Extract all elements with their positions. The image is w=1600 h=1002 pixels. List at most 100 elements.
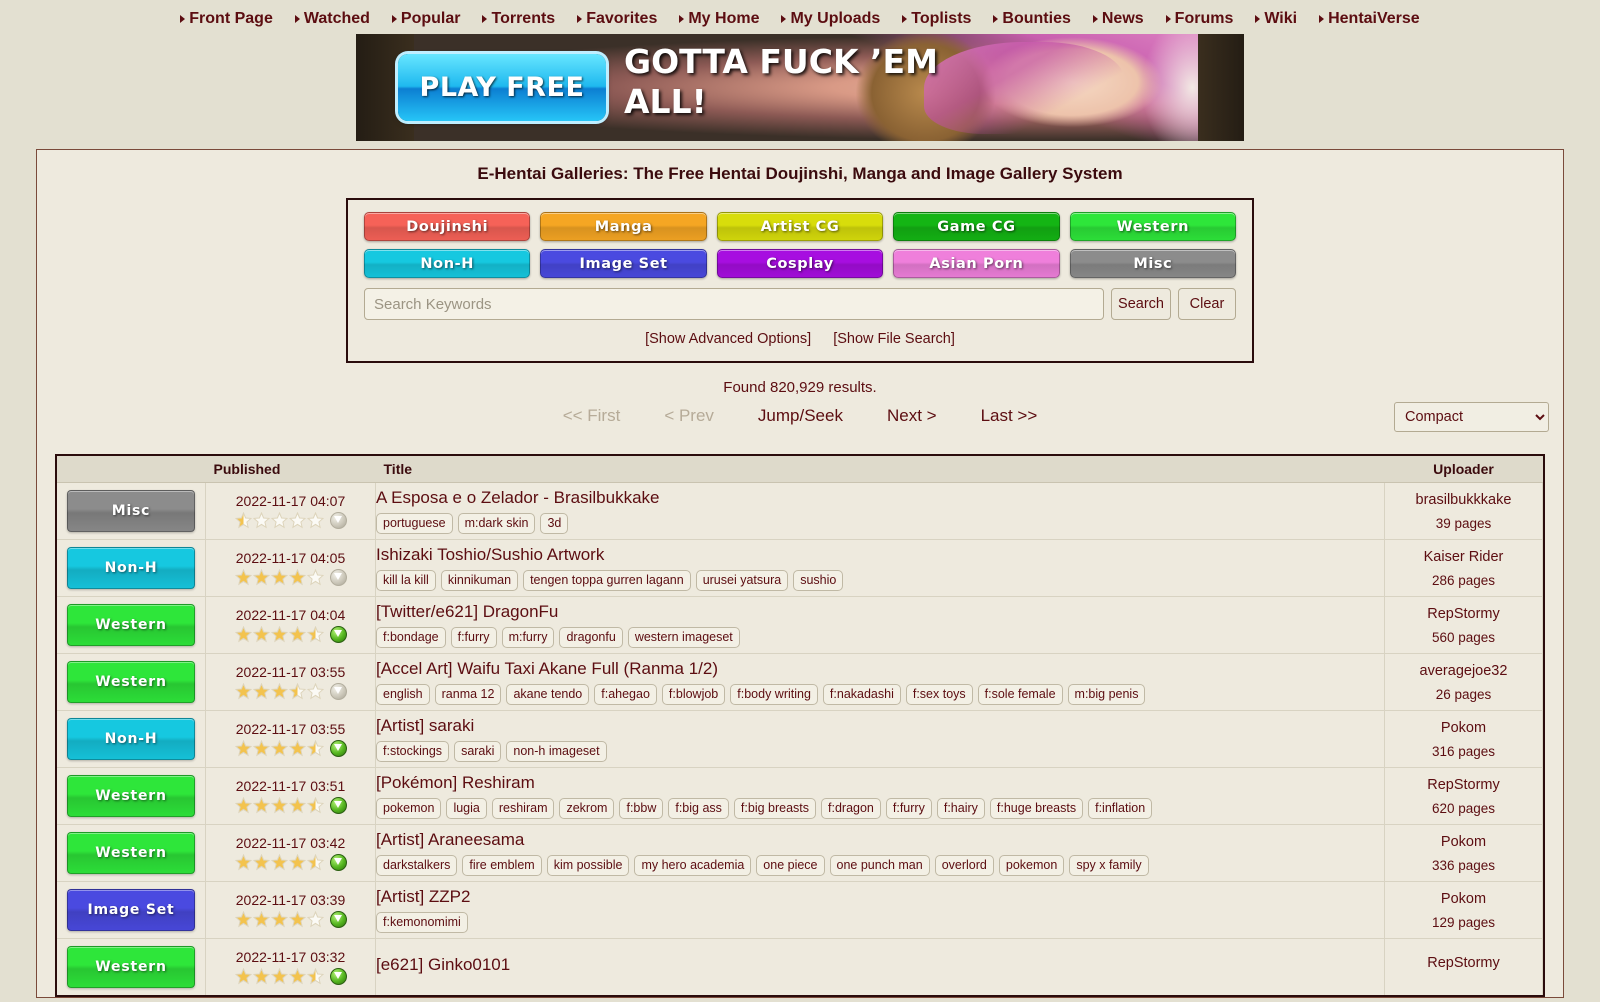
tag-chip[interactable]: f:furry <box>450 627 497 648</box>
tag-chip[interactable]: pokemon <box>376 798 442 819</box>
tag-chip[interactable]: non-h imageset <box>506 741 607 762</box>
gallery-title-link[interactable]: [Artist] Araneesama <box>376 830 1384 850</box>
nav-item-news[interactable]: News <box>1082 10 1155 28</box>
nav-item-forums[interactable]: Forums <box>1155 10 1245 28</box>
gallery-title-link[interactable]: Ishizaki Toshio/Sushio Artwork <box>376 545 1384 565</box>
tag-chip[interactable]: ranma 12 <box>434 684 502 705</box>
tag-chip[interactable]: portuguese <box>376 513 453 534</box>
tag-chip[interactable]: fire emblem <box>462 855 542 876</box>
nav-item-watched[interactable]: Watched <box>284 10 381 28</box>
gallery-title-link[interactable]: [Pokémon] Reshiram <box>376 773 1384 793</box>
nav-item-favorites[interactable]: Favorites <box>566 10 668 28</box>
tag-chip[interactable]: f:body writing <box>730 684 818 705</box>
tag-chip[interactable]: f:sole female <box>977 684 1063 705</box>
tag-chip[interactable]: f:huge breasts <box>989 798 1084 819</box>
tag-chip[interactable]: lugia <box>446 798 487 819</box>
tag-chip[interactable]: f:blowjob <box>661 684 726 705</box>
star-rating[interactable] <box>234 512 324 529</box>
gallery-title-link[interactable]: [e621] Ginko0101 <box>376 955 1384 975</box>
star-rating[interactable] <box>234 626 324 643</box>
tag-chip[interactable]: m:dark skin <box>457 513 536 534</box>
nav-item-popular[interactable]: Popular <box>381 10 472 28</box>
tag-chip[interactable]: kinnikuman <box>440 570 519 591</box>
tag-chip[interactable]: m:big penis <box>1067 684 1146 705</box>
nav-item-my-uploads[interactable]: My Uploads <box>770 10 891 28</box>
tag-chip[interactable]: zekrom <box>559 798 615 819</box>
tag-chip[interactable]: 3d <box>540 513 569 534</box>
gallery-title-link[interactable]: A Esposa e o Zelador - Brasilbukkake <box>376 488 1384 508</box>
tag-chip[interactable]: f:stockings <box>376 741 450 762</box>
star-rating[interactable] <box>234 569 324 586</box>
star-rating[interactable] <box>234 797 324 814</box>
category-badge[interactable]: Non-H <box>67 718 195 760</box>
tag-chip[interactable]: f:hairy <box>936 798 985 819</box>
nav-item-toplists[interactable]: Toplists <box>891 10 982 28</box>
tag-chip[interactable]: spy x family <box>1069 855 1149 876</box>
pager-jump-seek[interactable]: Jump/Seek <box>758 406 843 426</box>
tag-chip[interactable]: akane tendo <box>506 684 590 705</box>
tag-chip[interactable]: reshiram <box>491 798 555 819</box>
category-button-western[interactable]: Western <box>1069 212 1237 241</box>
column-header-title[interactable]: Title <box>375 456 1385 483</box>
category-button-cosplay[interactable]: Cosplay <box>716 249 884 278</box>
show-file-search-link[interactable]: [Show File Search] <box>833 331 955 347</box>
tag-chip[interactable]: saraki <box>454 741 502 762</box>
tag-chip[interactable]: f:kemonomimi <box>376 912 468 933</box>
uploader-link[interactable]: RepStormy <box>1385 955 1542 971</box>
play-free-button[interactable]: PLAY FREE <box>398 54 606 121</box>
gallery-title-link[interactable]: [Artist] ZZP2 <box>376 887 1384 907</box>
category-badge[interactable]: Image Set <box>67 889 195 931</box>
tag-chip[interactable]: western imageset <box>627 627 740 648</box>
tag-chip[interactable]: f:furry <box>885 798 932 819</box>
tag-chip[interactable]: kim possible <box>546 855 630 876</box>
tag-chip[interactable]: overlord <box>934 855 994 876</box>
nav-item-torrents[interactable]: Torrents <box>471 10 566 28</box>
category-badge[interactable]: Misc <box>67 490 195 532</box>
uploader-link[interactable]: Pokom <box>1385 891 1542 907</box>
gallery-title-link[interactable]: [Accel Art] Waifu Taxi Akane Full (Ranma… <box>376 659 1384 679</box>
tag-chip[interactable]: f:dragon <box>821 798 881 819</box>
search-input[interactable] <box>364 288 1105 320</box>
nav-item-front-page[interactable]: Front Page <box>169 10 284 28</box>
tag-chip[interactable]: f:bbw <box>619 798 664 819</box>
category-badge[interactable]: Western <box>67 832 195 874</box>
tag-chip[interactable]: f:big ass <box>668 798 729 819</box>
tag-chip[interactable]: dragonfu <box>559 627 623 648</box>
tag-chip[interactable]: f:nakadashi <box>822 684 901 705</box>
tag-chip[interactable]: sushio <box>793 570 844 591</box>
tag-chip[interactable]: f:sex toys <box>905 684 973 705</box>
nav-item-my-home[interactable]: My Home <box>668 10 770 28</box>
uploader-link[interactable]: RepStormy <box>1385 606 1542 622</box>
uploader-link[interactable]: Kaiser Rider <box>1385 549 1542 565</box>
tag-chip[interactable]: darkstalkers <box>376 855 458 876</box>
clear-button[interactable]: Clear <box>1178 288 1236 320</box>
uploader-link[interactable]: Pokom <box>1385 834 1542 850</box>
tag-chip[interactable]: m:furry <box>501 627 555 648</box>
uploader-link[interactable]: RepStormy <box>1385 777 1542 793</box>
uploader-link[interactable]: brasilbukkkake <box>1385 492 1542 508</box>
category-badge[interactable]: Western <box>67 946 195 988</box>
category-button-artist-cg[interactable]: Artist CG <box>716 212 884 241</box>
tag-chip[interactable]: f:bondage <box>376 627 446 648</box>
uploader-link[interactable]: Pokom <box>1385 720 1542 736</box>
tag-chip[interactable]: f:big breasts <box>733 798 817 819</box>
search-button[interactable]: Search <box>1111 288 1171 320</box>
category-badge[interactable]: Western <box>67 604 195 646</box>
pager-last[interactable]: Last >> <box>981 406 1038 426</box>
category-button-non-h[interactable]: Non-H <box>364 249 531 278</box>
gallery-title-link[interactable]: [Twitter/e621] DragonFu <box>376 602 1384 622</box>
category-badge[interactable]: Non-H <box>67 547 195 589</box>
tag-chip[interactable]: pokemon <box>998 855 1065 876</box>
tag-chip[interactable]: english <box>376 684 430 705</box>
nav-item-wiki[interactable]: Wiki <box>1244 10 1308 28</box>
tag-chip[interactable]: kill la kill <box>376 570 436 591</box>
star-rating[interactable] <box>234 683 324 700</box>
category-badge[interactable]: Western <box>67 661 195 703</box>
star-rating[interactable] <box>234 968 324 985</box>
column-header-published[interactable]: Published <box>205 456 376 483</box>
category-button-game-cg[interactable]: Game CG <box>893 212 1060 241</box>
nav-item-bounties[interactable]: Bounties <box>982 10 1081 28</box>
category-button-image-set[interactable]: Image Set <box>540 249 707 278</box>
tag-chip[interactable]: one piece <box>756 855 825 876</box>
tag-chip[interactable]: f:inflation <box>1088 798 1153 819</box>
